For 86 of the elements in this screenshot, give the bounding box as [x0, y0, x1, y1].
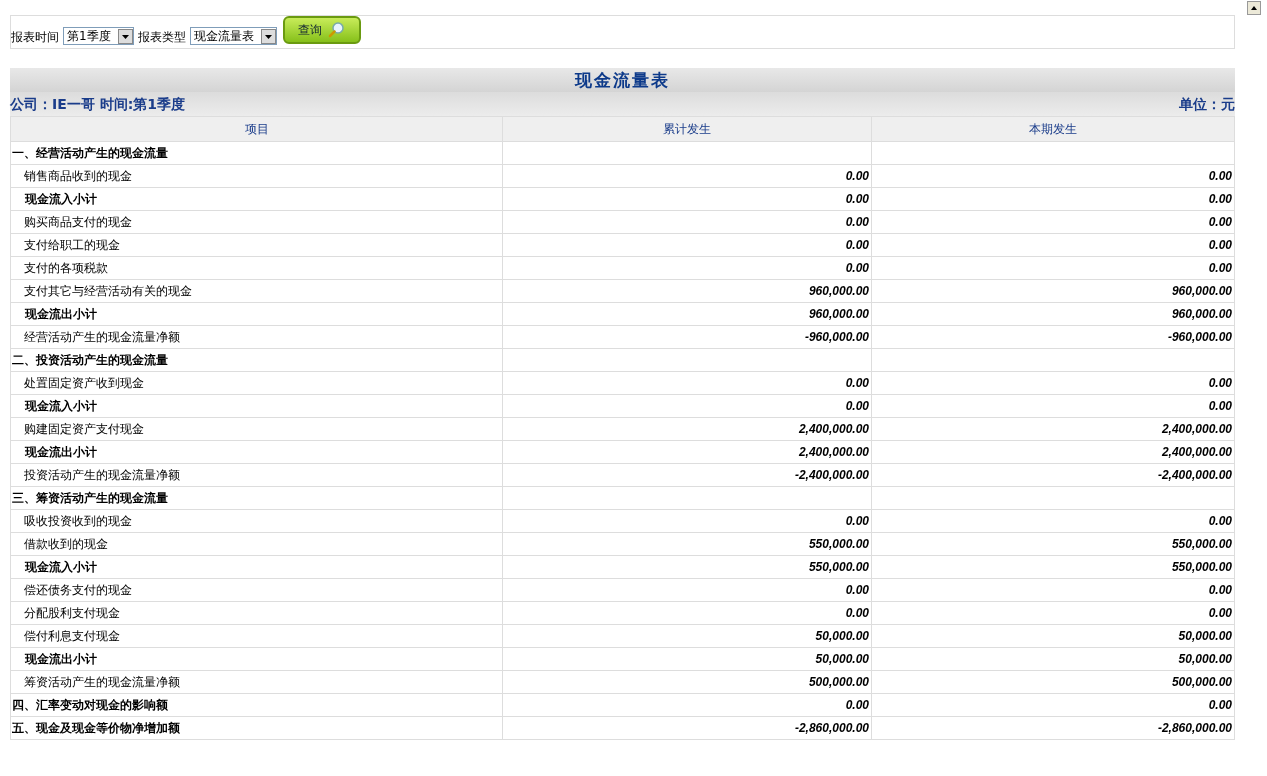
table-cell: 销售商品收到的现金: [10, 164, 503, 188]
table-cell: 购建固定资产支付现金: [10, 417, 503, 441]
unit-label: 单位：元: [1179, 96, 1235, 114]
table-cell: 960,000.00: [871, 302, 1235, 326]
table-cell: 现金流出小计: [10, 440, 503, 464]
table-cell: 吸收投资收到的现金: [10, 509, 503, 533]
column-header: 项目: [10, 116, 503, 142]
table-cell: 960,000.00: [502, 302, 872, 326]
table-cell: 0.00: [871, 233, 1235, 257]
table-cell: 四、汇率变动对现金的影响额: [10, 693, 503, 717]
table-cell: 借款收到的现金: [10, 532, 503, 556]
table-cell: -2,400,000.00: [871, 463, 1235, 487]
table-cell: -2,860,000.00: [871, 716, 1235, 740]
table-cell: 投资活动产生的现金流量净额: [10, 463, 503, 487]
table-cell: 0.00: [502, 164, 872, 188]
table-cell: 0.00: [502, 601, 872, 625]
dropdown[interactable]: 现金流量表: [189, 27, 277, 45]
table-cell: 现金流入小计: [10, 394, 503, 418]
table-cell: -960,000.00: [871, 325, 1235, 349]
table-cell: 现金流入小计: [10, 187, 503, 211]
table-cell: 0.00: [502, 578, 872, 602]
table-cell: 960,000.00: [871, 279, 1235, 303]
table-cell: 经营活动产生的现金流量净额: [10, 325, 503, 349]
table-cell: 2,400,000.00: [871, 440, 1235, 464]
table-cell: 0.00: [502, 233, 872, 257]
field-label: 报表时间: [11, 29, 59, 46]
table-cell: 偿还债务支付的现金: [10, 578, 503, 602]
table-cell: 500,000.00: [502, 670, 872, 694]
table-cell: 二、投资活动产生的现金流量: [10, 348, 503, 372]
table-cell: 550,000.00: [871, 532, 1235, 556]
query-button[interactable]: 查询: [282, 16, 361, 44]
table-cell: 0.00: [871, 578, 1235, 602]
table-cell: 50,000.00: [502, 624, 872, 648]
table-cell: 五、现金及现金等价物净增加额: [10, 716, 503, 740]
caret-icon: [117, 28, 133, 44]
report-title: 现金流量表: [575, 68, 670, 92]
table-cell: 50,000.00: [502, 647, 872, 671]
table-cell: 支付其它与经营活动有关的现金: [10, 279, 503, 303]
table-cell: 550,000.00: [502, 532, 872, 556]
table-cell: 0.00: [871, 371, 1235, 395]
table-cell: 0.00: [502, 693, 872, 717]
table-cell: 0.00: [502, 394, 872, 418]
table-cell: 支付的各项税款: [10, 256, 503, 280]
table-cell: 现金流出小计: [10, 647, 503, 671]
table-cell: 0.00: [871, 187, 1235, 211]
table-cell: 偿付利息支付现金: [10, 624, 503, 648]
table-cell: 0.00: [871, 509, 1235, 533]
table-cell: 支付给职工的现金: [10, 233, 503, 257]
table-cell: 0.00: [502, 187, 872, 211]
table-cell: 0.00: [502, 509, 872, 533]
caret-icon: [260, 28, 276, 44]
search-icon: [327, 21, 346, 39]
table-cell: 0.00: [871, 164, 1235, 188]
column-header: 累计发生: [502, 116, 872, 142]
table-cell: 处置固定资产收到现金: [10, 371, 503, 395]
table-cell: -960,000.00: [502, 325, 872, 349]
company-info: 公司：IE一哥 时间:第1季度: [10, 96, 185, 114]
table-cell: 0.00: [871, 693, 1235, 717]
table-cell: 0.00: [502, 210, 872, 234]
table-cell: 2,400,000.00: [502, 440, 872, 464]
table-cell: 2,400,000.00: [502, 417, 872, 441]
table-cell: 现金流入小计: [10, 555, 503, 579]
table-cell: 0.00: [871, 601, 1235, 625]
table-cell: 960,000.00: [502, 279, 872, 303]
table-cell: 0.00: [871, 256, 1235, 280]
table-cell: 现金流出小计: [10, 302, 503, 326]
table-cell: 分配股利支付现金: [10, 601, 503, 625]
field-label: 报表类型: [137, 29, 186, 46]
table-cell: 0.00: [871, 210, 1235, 234]
column-header: 本期发生: [871, 116, 1235, 142]
table-cell: 50,000.00: [871, 624, 1235, 648]
table-cell: 500,000.00: [871, 670, 1235, 694]
table-cell: -2,860,000.00: [502, 716, 872, 740]
table-cell: 0.00: [871, 394, 1235, 418]
table-cell: 50,000.00: [871, 647, 1235, 671]
table-cell: 三、筹资活动产生的现金流量: [10, 486, 503, 510]
table-cell: 筹资活动产生的现金流量净额: [10, 670, 503, 694]
table-cell: 550,000.00: [502, 555, 872, 579]
table-cell: 一、经营活动产生的现金流量: [10, 141, 503, 165]
table-cell: 0.00: [502, 371, 872, 395]
dropdown[interactable]: 第1季度: [63, 27, 134, 45]
table-cell: 购买商品支付的现金: [10, 210, 503, 234]
table-cell: 0.00: [502, 256, 872, 280]
table-cell: -2,400,000.00: [502, 463, 872, 487]
table-cell: 550,000.00: [871, 555, 1235, 579]
table-cell: 2,400,000.00: [871, 417, 1235, 441]
